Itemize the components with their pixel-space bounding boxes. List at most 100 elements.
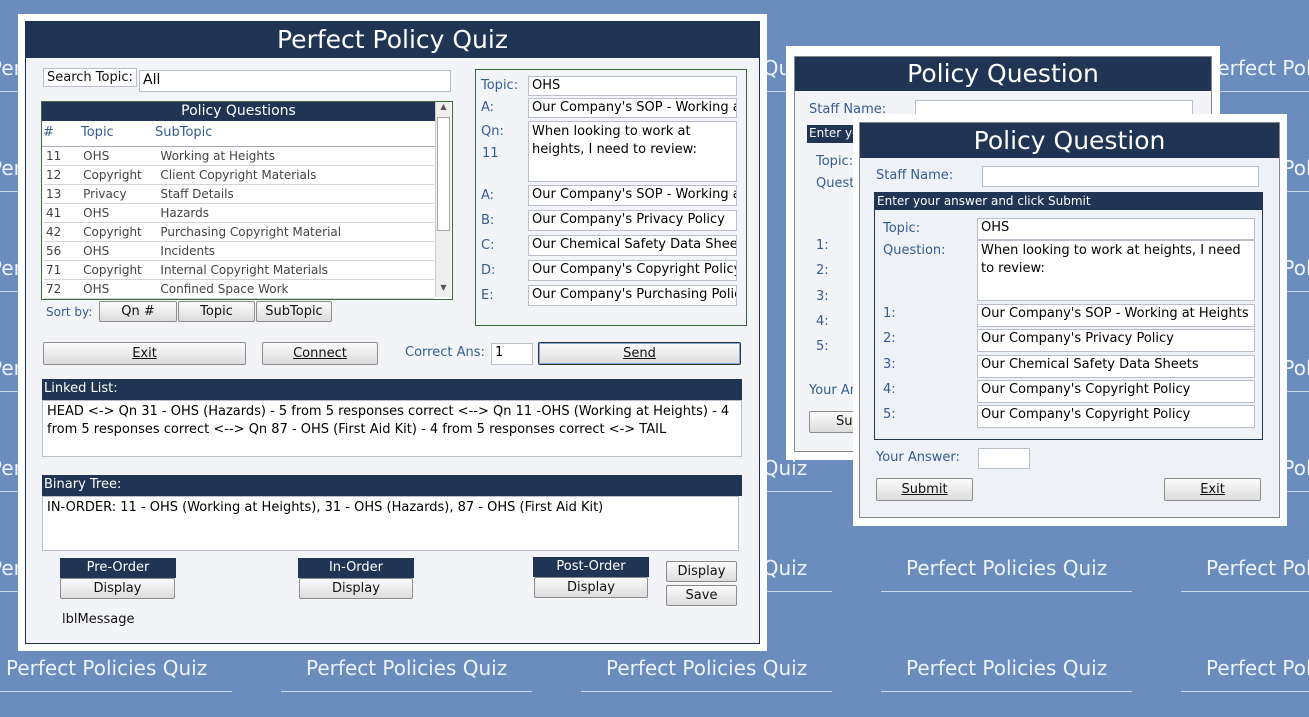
front-policy-question-window: Policy Question Staff Name: Enter your a…: [853, 114, 1287, 526]
watermark-text: Perfect Policies Quiz: [1180, 56, 1309, 92]
in-order-display-button[interactable]: Display: [299, 578, 413, 599]
front-answer-panel: Enter your answer and click Submit Topic…: [874, 192, 1263, 440]
front-topic-label: Topic:: [883, 221, 921, 236]
front-staff-input[interactable]: [982, 166, 1259, 187]
send-button[interactable]: Send: [538, 342, 741, 365]
main-quiz-window: Perfect Policy Quiz Search Topic: All Po…: [18, 14, 767, 651]
col-header-subtopic: SubTopic: [155, 125, 213, 140]
row-subtopic: Confined Space Work: [158, 279, 434, 299]
search-topic-input[interactable]: All: [139, 70, 451, 92]
send-button-label: Send: [623, 346, 656, 361]
exit-button-label: Exit: [132, 346, 157, 361]
front-answer-option[interactable]: Our Chemical Safety Data Sheets: [977, 355, 1255, 378]
col-header-number: #: [43, 125, 54, 140]
detail-answer-field[interactable]: Our Company's SOP - Working at Heights: [528, 185, 737, 206]
watermark-text: Perfect Policies Quiz: [1180, 556, 1309, 592]
front-submit-button[interactable]: Submit: [876, 478, 973, 501]
search-topic-label: Search Topic:: [43, 68, 137, 87]
front-answer-option[interactable]: Our Company's Copyright Policy: [977, 380, 1255, 403]
detail-topic-field[interactable]: OHS: [528, 76, 737, 96]
front-answer-option[interactable]: Our Company's Privacy Policy: [977, 329, 1255, 352]
row-subtopic: Client Copyright Materials: [158, 165, 434, 185]
row-number: 42: [44, 222, 82, 242]
table-row[interactable]: 11 OHS Working at Heights: [44, 147, 434, 166]
row-topic: OHS: [81, 279, 159, 299]
sort-topic-button[interactable]: Topic: [178, 301, 255, 322]
front-answer-number: 3:: [883, 357, 896, 372]
detail-answer-field[interactable]: Our Company's Copyright Policy: [528, 260, 737, 281]
watermark-text: Perfect Policies Quiz: [280, 656, 533, 692]
connect-button[interactable]: Connect: [262, 342, 378, 365]
front-question-label: Question:: [883, 243, 946, 258]
front-instruction: Enter your answer and click Submit: [875, 193, 1262, 210]
detail-answer-label: A:: [481, 188, 495, 203]
table-row[interactable]: 42 Copyright Purchasing Copyright Material: [44, 222, 434, 242]
policy-questions-list[interactable]: Policy Questions # Topic SubTopic 11 OHS W…: [41, 101, 453, 300]
row-topic: Copyright: [81, 222, 159, 242]
watermark-text: Perfect Policies Quiz: [0, 656, 233, 692]
table-row[interactable]: 71 Copyright Internal Copyright Materials: [44, 260, 434, 280]
front-answer-option[interactable]: Our Company's Copyright Policy: [977, 405, 1255, 428]
front-window-title: Policy Question: [860, 123, 1279, 158]
table-row[interactable]: 56 OHS Incidents: [44, 241, 434, 261]
row-number: 11: [44, 147, 82, 166]
connect-button-label: Connect: [293, 346, 347, 361]
back-num-1: 1:: [816, 238, 829, 253]
detail-a-top-field[interactable]: Our Company's SOP - Working at Heights: [528, 98, 737, 118]
correct-answer-label: Correct Ans:: [405, 345, 485, 360]
detail-answer-field[interactable]: Our Chemical Safety Data Sheets: [528, 235, 737, 256]
row-topic: OHS: [81, 147, 159, 166]
row-topic: Privacy: [81, 184, 159, 204]
table-row[interactable]: 12 Copyright Client Copyright Materials: [44, 165, 434, 185]
binary-tree-header: Binary Tree:: [42, 475, 742, 496]
detail-question-field[interactable]: When looking to work at heights, I need …: [528, 121, 737, 182]
front-answer-number: 4:: [883, 382, 896, 397]
questions-table: 11 OHS Working at Heights 12 Copyright Client…: [44, 147, 434, 299]
watermark-text: Perfect Policies Quiz: [880, 656, 1133, 692]
detail-answer-field[interactable]: Our Company's Privacy Policy: [528, 210, 737, 231]
list-scrollbar[interactable]: ▲ ▼: [435, 102, 451, 297]
scroll-thumb[interactable]: [437, 117, 450, 231]
front-answer-option[interactable]: Our Company's SOP - Working at Heights: [977, 304, 1255, 327]
table-row[interactable]: 13 Privacy Staff Details: [44, 184, 434, 204]
list-body: 11 OHS Working at Heights 12 Copyright Client…: [42, 146, 435, 299]
back-num-3: 3:: [816, 289, 829, 304]
scroll-down-icon[interactable]: ▼: [436, 283, 451, 297]
row-topic: Copyright: [81, 165, 159, 185]
front-exit-button[interactable]: Exit: [1164, 478, 1261, 501]
row-number: 72: [44, 279, 82, 299]
sort-by-label: Sort by:: [46, 305, 93, 319]
exit-button[interactable]: Exit: [43, 342, 246, 365]
binary-tree-output: IN-ORDER: 11 - OHS (Working at Heights),…: [42, 496, 739, 551]
display-button[interactable]: Display: [666, 561, 737, 582]
row-topic: OHS: [81, 241, 159, 261]
detail-answer-field[interactable]: Our Company's Purchasing Policy: [528, 285, 737, 306]
status-message: lblMessage: [62, 612, 135, 627]
save-button[interactable]: Save: [666, 585, 737, 606]
row-subtopic: Purchasing Copyright Material: [158, 222, 434, 242]
list-title: Policy Questions: [42, 102, 435, 121]
front-staff-label: Staff Name:: [876, 168, 954, 183]
front-answer-number: 5:: [883, 407, 896, 422]
post-order-display-button[interactable]: Display: [534, 577, 648, 598]
scroll-up-icon[interactable]: ▲: [436, 102, 451, 116]
table-row[interactable]: 72 OHS Confined Space Work: [44, 279, 434, 299]
front-exit-label: Exit: [1200, 482, 1225, 497]
front-your-answer-input[interactable]: [978, 448, 1030, 469]
row-subtopic: Hazards: [158, 203, 434, 223]
sort-qn-button[interactable]: Qn #: [99, 301, 177, 322]
back-question-label: Quest: [816, 176, 855, 191]
table-row[interactable]: 41 OHS Hazards: [44, 203, 434, 223]
detail-answer-label: C:: [481, 238, 495, 253]
sort-subtopic-button[interactable]: SubTopic: [256, 301, 332, 322]
back-topic-label: Topic:: [816, 154, 854, 169]
row-subtopic: Internal Copyright Materials: [158, 260, 434, 280]
watermark-text: Perfect Policies Quiz: [880, 556, 1133, 592]
correct-answer-input[interactable]: 1: [491, 343, 533, 365]
watermark-text: Perfect Policies Quiz: [580, 656, 833, 692]
detail-answer-label: D:: [481, 263, 496, 278]
detail-answer-label: E:: [481, 288, 494, 303]
row-topic: Copyright: [81, 260, 159, 280]
pre-order-display-button[interactable]: Display: [60, 578, 175, 599]
detail-topic-label: Topic:: [481, 78, 519, 93]
